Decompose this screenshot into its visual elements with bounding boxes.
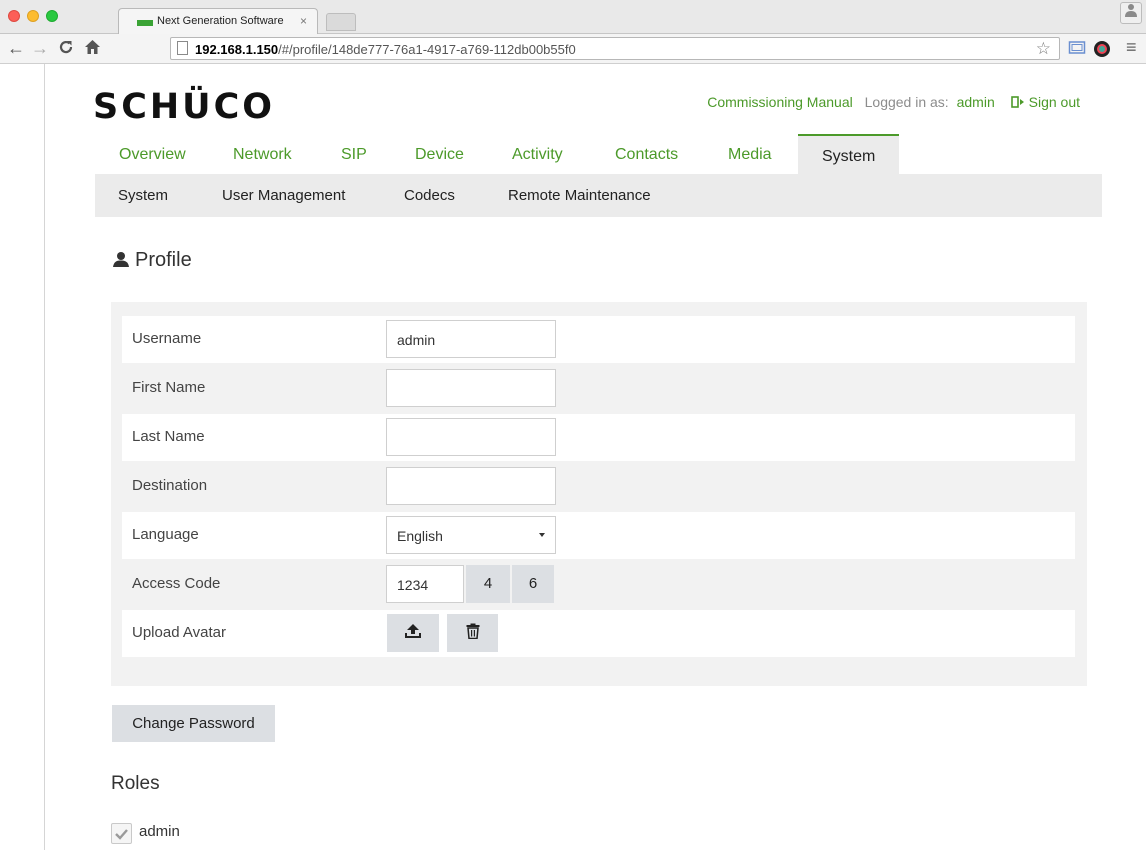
tab-close-icon[interactable]: × <box>300 14 307 28</box>
username-row: Username admin <box>122 316 1075 363</box>
address-bar[interactable]: 192.168.1.150/#/profile/148de777-76a1-49… <box>170 37 1060 60</box>
browser-toolbar: ← → 192.168.1.150/#/profile/148de777-76a… <box>0 34 1146 64</box>
caret-down-icon <box>539 533 545 537</box>
first-name-input[interactable] <box>386 369 556 407</box>
profile-form: Username admin First Name Last Name Dest… <box>111 302 1087 686</box>
url-text: 192.168.1.150/#/profile/148de777-76a1-49… <box>195 42 576 57</box>
nav-overview[interactable]: Overview <box>119 146 186 164</box>
checkmark-icon <box>115 829 128 840</box>
reload-icon[interactable] <box>58 39 74 59</box>
destination-input[interactable] <box>386 467 556 505</box>
nav-sip[interactable]: SIP <box>341 146 367 164</box>
browser-tab[interactable]: Next Generation Software × <box>118 8 318 34</box>
browser-tabstrip: Next Generation Software × <box>0 0 1146 34</box>
trash-icon <box>466 623 479 640</box>
back-arrow-icon[interactable]: ← <box>7 38 25 58</box>
subnav-user-management[interactable]: User Management <box>222 187 345 204</box>
last-name-label: Last Name <box>132 428 205 445</box>
role-admin-checkbox[interactable] <box>111 823 132 844</box>
commissioning-manual-link[interactable]: Commissioning Manual <box>707 94 853 110</box>
sub-nav: System User Management Codecs Remote Mai… <box>95 174 1102 217</box>
access-code-label: Access Code <box>132 575 221 592</box>
logged-in-user-link[interactable]: admin <box>957 94 995 110</box>
main-nav: Overview Network SIP Device Activity Con… <box>95 134 1102 174</box>
role-admin-label: admin <box>139 823 180 840</box>
page-icon <box>177 41 188 55</box>
window-zoom-button[interactable] <box>46 10 58 22</box>
access-code-row: Access Code 1234 4 6 <box>122 561 1075 608</box>
nav-contacts[interactable]: Contacts <box>615 146 678 164</box>
nav-system[interactable]: System <box>798 134 900 174</box>
extension-icon[interactable] <box>1093 40 1111 63</box>
upload-icon <box>405 624 421 638</box>
profile-heading: Profile <box>113 249 192 272</box>
last-name-input[interactable] <box>386 418 556 456</box>
first-name-label: First Name <box>132 379 206 396</box>
nav-device[interactable]: Device <box>415 146 464 164</box>
browser-menu-icon[interactable]: ≡ <box>1126 38 1137 56</box>
last-name-row: Last Name <box>122 414 1075 461</box>
upload-avatar-button[interactable] <box>387 614 439 652</box>
schuco-logo: SCHÜCO <box>93 87 276 127</box>
header-links: Commissioning Manual Logged in as: admin… <box>707 94 1080 110</box>
nav-media[interactable]: Media <box>728 146 772 164</box>
subnav-codecs[interactable]: Codecs <box>404 187 455 204</box>
new-tab-button[interactable] <box>326 13 356 31</box>
profile-title: Profile <box>135 249 192 271</box>
user-icon <box>113 252 129 267</box>
first-name-row: First Name <box>122 365 1075 412</box>
favicon-icon <box>137 20 153 26</box>
home-icon[interactable] <box>84 39 101 59</box>
page-edge <box>44 64 45 850</box>
upload-avatar-label: Upload Avatar <box>132 624 226 641</box>
window-minimize-button[interactable] <box>27 10 39 22</box>
sign-out-link[interactable]: Sign out <box>1010 94 1080 110</box>
window-close-button[interactable] <box>8 10 20 22</box>
destination-label: Destination <box>132 477 208 494</box>
username-label: Username <box>132 330 202 347</box>
access-code-input[interactable]: 1234 <box>386 565 464 603</box>
language-selected-value: English <box>397 528 443 544</box>
upload-avatar-row: Upload Avatar <box>122 610 1075 657</box>
logged-in-label: Logged in as: <box>864 94 949 110</box>
sign-out-icon <box>1010 96 1024 108</box>
tab-title: Next Generation Software <box>157 15 284 27</box>
language-row: Language English <box>122 512 1075 559</box>
browser-profile-icon[interactable] <box>1120 2 1142 24</box>
nav-network[interactable]: Network <box>233 146 292 164</box>
delete-avatar-button[interactable] <box>447 614 498 652</box>
access-code-length-6-button[interactable]: 6 <box>512 565 554 603</box>
access-code-length-4-button[interactable]: 4 <box>466 565 510 603</box>
destination-row: Destination <box>122 463 1075 510</box>
bookmark-star-icon[interactable]: ☆ <box>1036 39 1051 59</box>
language-select[interactable]: English <box>386 516 556 554</box>
nav-activity[interactable]: Activity <box>512 146 563 164</box>
forward-arrow-icon[interactable]: → <box>31 38 49 58</box>
roles-heading: Roles <box>111 773 160 794</box>
subnav-remote-maintenance[interactable]: Remote Maintenance <box>508 187 651 204</box>
change-password-button[interactable]: Change Password <box>112 705 275 742</box>
language-label: Language <box>132 526 199 543</box>
cast-icon[interactable] <box>1068 40 1086 61</box>
username-input[interactable]: admin <box>386 320 556 358</box>
subnav-system[interactable]: System <box>118 187 168 204</box>
sign-out-label: Sign out <box>1028 94 1080 110</box>
